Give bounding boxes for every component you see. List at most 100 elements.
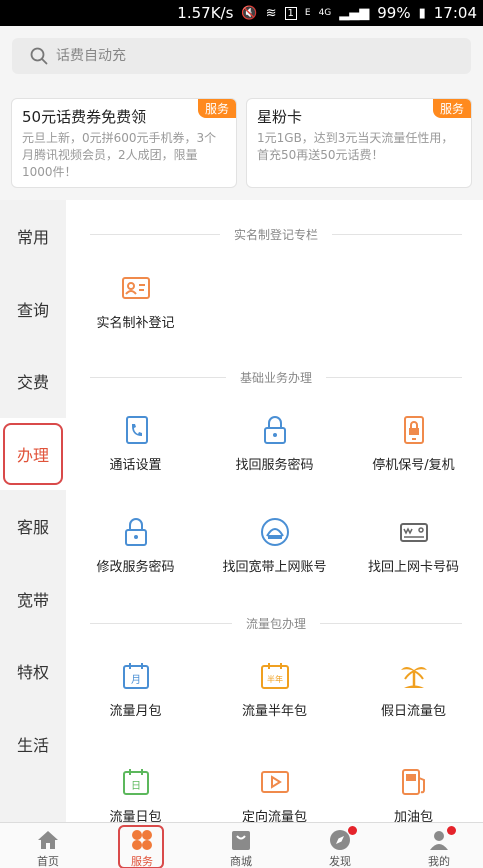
svg-text:日: 日 (131, 781, 141, 792)
real-name-register-item[interactable]: 实名制补登记 (66, 272, 205, 331)
promo-desc: 1元1GB，达到3元当天流量任性用，首充50再送50元话费！ (257, 131, 454, 162)
sidebar-item-query[interactable]: 查询 (0, 273, 66, 346)
sim-indicator: 1 (284, 6, 297, 20)
item-label: 找回服务密码 (235, 458, 314, 473)
tab-mine[interactable]: 我的 (391, 823, 483, 868)
recover-broadband-account-item[interactable]: 找回宽带上网账号 (205, 516, 344, 575)
sidebar-item-label: 生活 (16, 735, 49, 755)
status-bar: 1.57K/s 🔇 ≋ 1 E 4G ▂▄▆ 99% ▮ 17:04 (0, 0, 483, 26)
fuel-icon (401, 769, 425, 795)
suspend-restore-item[interactable]: 停机保号/复机 (344, 414, 483, 473)
tab-label: 发现 (329, 855, 351, 868)
search-area (0, 26, 483, 88)
targeted-data-package-item[interactable]: 定向流量包 (205, 766, 344, 822)
item-label: 通话设置 (109, 458, 162, 473)
wifi-icon: ≋ (265, 5, 277, 21)
clock: 17:04 (433, 4, 477, 22)
service-content: 实名制登记专栏 实名制补登记 基础业务办理 通话设置 找回服务密码 停机保号/复… (66, 200, 483, 822)
notification-dot (447, 826, 456, 835)
section-title-text: 基础业务办理 (240, 370, 313, 385)
palm-tree-icon (400, 667, 427, 688)
data-halfyear-package-item[interactable]: 半年 流量半年包 (205, 660, 344, 719)
search-icon (30, 47, 48, 65)
sim-card-icon (399, 523, 428, 542)
calendar-day-icon: 日 (122, 769, 149, 795)
battery-icon: ▮ (418, 5, 426, 21)
holiday-data-package-item[interactable]: 假日流量包 (344, 660, 483, 719)
section-title-data-package: 流量包办理 (90, 613, 462, 633)
battery-level: 99% (377, 4, 411, 22)
sidebar-item-label: 特权 (16, 663, 49, 683)
sidebar-item-label: 交费 (16, 373, 49, 393)
item-label: 加油包 (393, 810, 433, 822)
signal-e-label: E (304, 8, 311, 18)
service-tag: 服务 (432, 99, 471, 118)
search-input[interactable] (56, 48, 436, 64)
section-title-text: 实名制登记专栏 (234, 227, 319, 242)
network-speed: 1.57K/s (177, 4, 234, 22)
active-tab-highlight (118, 825, 164, 868)
item-label: 流量日包 (109, 810, 162, 822)
broadband-icon (260, 518, 289, 546)
phone-lock-icon (403, 416, 424, 444)
change-service-password-item[interactable]: 修改服务密码 (66, 516, 205, 575)
lock-icon (263, 416, 286, 444)
data-daily-package-item[interactable]: 日 流量日包 (66, 766, 205, 822)
recover-service-password-item[interactable]: 找回服务密码 (205, 414, 344, 473)
video-play-icon (260, 771, 289, 793)
item-label: 找回宽带上网账号 (222, 560, 327, 575)
sidebar-item-label: 常用 (16, 228, 49, 248)
fuel-package-item[interactable]: 加油包 (344, 766, 483, 822)
data-monthly-package-item[interactable]: 月 流量月包 (66, 660, 205, 719)
sidebar-item-life[interactable]: 生活 (0, 708, 66, 781)
promo-title: 50元话费券免费领 (22, 108, 147, 126)
item-label: 流量半年包 (241, 704, 307, 719)
item-label: 找回上网卡号码 (367, 560, 459, 575)
item-label: 停机保号/复机 (372, 458, 455, 473)
tab-home[interactable]: 首页 (0, 823, 96, 868)
mute-icon: 🔇 (241, 5, 258, 21)
service-tag: 服务 (197, 99, 236, 118)
promo-title: 星粉卡 (257, 108, 303, 126)
id-card-icon (121, 277, 150, 299)
sidebar-item-privilege[interactable]: 特权 (0, 635, 66, 708)
item-label: 修改服务密码 (96, 560, 175, 575)
sidebar-item-label: 宽带 (16, 590, 49, 610)
sidebar-item-broadband[interactable]: 宽带 (0, 563, 66, 636)
home-icon (38, 831, 58, 849)
bottom-tab-bar: 首页 服务 商城 发现 我的 (0, 822, 483, 868)
item-label: 定向流量包 (241, 810, 307, 822)
section-title-text: 流量包办理 (246, 616, 307, 631)
signal-icon: ▂▄▆ (339, 5, 370, 21)
sidebar-item-label: 查询 (16, 300, 49, 320)
recover-data-card-number-item[interactable]: 找回上网卡号码 (344, 516, 483, 575)
item-label: 流量月包 (109, 704, 162, 719)
promo-card-coupon[interactable]: 50元话费券免费领 元旦上新，0元拼600元手机券，3个月腾讯视频会员，2人成团… (11, 98, 237, 188)
search-bar[interactable] (12, 38, 471, 74)
sidebar-item-label: 客服 (16, 518, 49, 538)
promo-desc: 元旦上新，0元拼600元手机券，3个月腾讯视频会员，2人成团，限量1000件！ (22, 131, 217, 179)
promo-area: 50元话费券免费领 元旦上新，0元拼600元手机券，3个月腾讯视频会员，2人成团… (0, 88, 483, 200)
item-label: 实名制补登记 (96, 316, 175, 331)
sidebar-item-payment[interactable]: 交费 (0, 345, 66, 418)
shopping-bag-icon (232, 831, 250, 850)
lock-icon (124, 518, 147, 546)
tab-service[interactable]: 服务 (94, 823, 190, 868)
notification-dot (348, 826, 357, 835)
sidebar-item-label: 办理 (3, 422, 63, 485)
tab-discover[interactable]: 发现 (292, 823, 388, 868)
sidebar-item-customer-service[interactable]: 客服 (0, 490, 66, 563)
network-type: 4G (318, 8, 332, 18)
section-title-basic: 基础业务办理 (90, 367, 462, 387)
sidebar-item-common[interactable]: 常用 (0, 200, 66, 273)
tab-label: 我的 (428, 855, 450, 868)
phone-settings-icon (125, 416, 148, 444)
category-sidebar: 常用 查询 交费 办理 客服 宽带 特权 生活 (0, 200, 66, 822)
sidebar-item-handle[interactable]: 办理 (0, 417, 66, 490)
promo-card-star-fan[interactable]: 星粉卡 1元1GB，达到3元当天流量任性用，首充50再送50元话费！ 服务 (246, 98, 472, 188)
tab-mall[interactable]: 商城 (193, 823, 289, 868)
call-settings-item[interactable]: 通话设置 (66, 414, 205, 473)
calendar-halfyear-icon: 半年 (260, 663, 289, 689)
svg-text:月: 月 (131, 674, 141, 686)
svg-text:半年: 半年 (267, 674, 283, 684)
